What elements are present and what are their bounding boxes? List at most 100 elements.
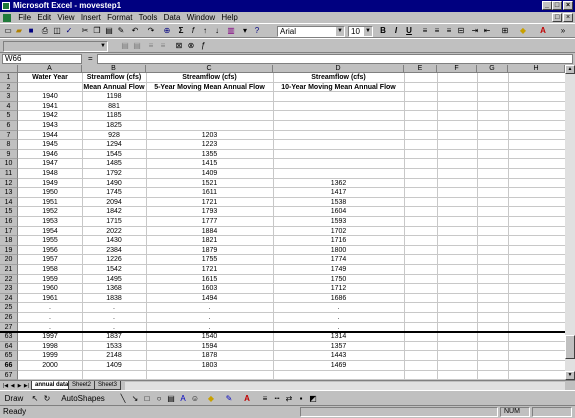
menu-window[interactable]: Window — [185, 12, 217, 23]
cell-b-17[interactable]: 2022 — [82, 227, 146, 237]
print-preview-icon[interactable]: ◫ — [52, 26, 62, 36]
select-all-corner[interactable] — [0, 65, 18, 73]
cell-c-7[interactable]: 1203 — [146, 131, 273, 141]
dash-style-icon[interactable]: ┅ — [272, 394, 282, 404]
row-header[interactable]: 22 — [0, 274, 18, 285]
clip-art-icon[interactable]: ☺ — [190, 394, 200, 404]
cell-b-10[interactable]: 1485 — [82, 159, 146, 169]
font-name-select[interactable]: Arial ▼ — [277, 26, 345, 37]
text-box-icon[interactable]: ▤ — [166, 394, 176, 404]
cell-b-7[interactable]: 928 — [82, 131, 146, 141]
scroll-up-icon[interactable]: ▲ — [565, 65, 575, 74]
cell-c-16[interactable]: 1777 — [146, 217, 273, 227]
cut-icon[interactable]: ✂ — [80, 26, 90, 36]
doc-restore-button[interactable]: □ — [552, 13, 562, 22]
cell-c-64[interactable]: 1594 — [146, 342, 273, 352]
cell-a-23[interactable]: 1960 — [18, 284, 82, 294]
cell-b-15[interactable]: 1842 — [82, 207, 146, 217]
align-right-icon[interactable]: ≡ — [444, 26, 454, 36]
menu-format[interactable]: Format — [105, 12, 134, 23]
cell-d-25[interactable]: . — [273, 303, 404, 313]
header-cell-c1[interactable]: Streamflow (cfs) — [146, 73, 273, 83]
cell-c-13[interactable]: 1611 — [146, 188, 273, 198]
cell-b-20[interactable]: 1226 — [82, 255, 146, 265]
cell-d-18[interactable]: 1716 — [273, 236, 404, 246]
sort-descending-icon[interactable]: ↓ — [212, 26, 222, 36]
toggle-view-icon[interactable]: ⊠ — [174, 41, 184, 51]
row-header[interactable]: 16 — [0, 217, 18, 227]
cell-c-23[interactable]: 1603 — [146, 284, 273, 294]
cell-b-64[interactable]: 1533 — [82, 342, 146, 352]
row-header[interactable]: 1 — [0, 73, 18, 83]
cell-b-9[interactable]: 1545 — [82, 150, 146, 160]
row-header[interactable]: 66 — [0, 361, 18, 371]
cell-c-10[interactable]: 1415 — [146, 159, 273, 169]
menu-file[interactable]: File — [16, 12, 33, 23]
row-header[interactable]: 13 — [0, 188, 18, 198]
cell-a-19[interactable]: 1956 — [18, 246, 82, 256]
cell-d-6[interactable] — [273, 121, 404, 131]
draw-font-color-icon[interactable]: A — [242, 394, 252, 404]
print-icon[interactable]: ⎙ — [40, 26, 50, 36]
row-header[interactable]: 9 — [0, 149, 18, 160]
menu-edit[interactable]: Edit — [35, 12, 53, 23]
last-sheet-icon[interactable]: ▶| — [23, 382, 30, 390]
hyperlink-icon[interactable]: ⊕ — [162, 26, 172, 36]
sheet-tab-sheet3[interactable]: Sheet3 — [94, 381, 122, 390]
cell-d-20[interactable]: 1774 — [273, 255, 404, 265]
cell-c-8[interactable]: 1223 — [146, 140, 273, 150]
horizontal-scrollbar[interactable] — [125, 382, 565, 390]
line-style-icon[interactable]: ≡ — [260, 394, 270, 404]
line-icon[interactable]: ╲ — [118, 394, 128, 404]
cell-a-22[interactable]: 1959 — [18, 275, 82, 285]
align-right-disabled-icon[interactable]: ≡ — [158, 41, 168, 51]
cell-a-16[interactable]: 1953 — [18, 217, 82, 227]
cell-a-4[interactable]: 1941 — [18, 102, 82, 112]
align-center-icon[interactable]: ≡ — [432, 26, 442, 36]
chart-wizard-icon[interactable]: ▥ — [226, 26, 236, 36]
formula-equals[interactable]: = — [88, 53, 93, 65]
chevron-down-icon[interactable]: ▼ — [336, 27, 344, 36]
toolbar-options-icon[interactable]: » — [558, 26, 568, 36]
italic-button[interactable]: I — [391, 26, 401, 36]
row-header[interactable]: 64 — [0, 341, 18, 352]
cell-b-21[interactable]: 1542 — [82, 265, 146, 275]
menu-insert[interactable]: Insert — [79, 12, 103, 23]
cell-d-14[interactable]: 1538 — [273, 198, 404, 208]
arrow-style-icon[interactable]: ⇄ — [284, 394, 294, 404]
cell-a-21[interactable]: 1958 — [18, 265, 82, 275]
cell-d-17[interactable]: 1702 — [273, 227, 404, 237]
comma-style-icon[interactable]: ⊗ — [186, 41, 196, 51]
row-header[interactable]: 23 — [0, 284, 18, 294]
next-sheet-icon[interactable]: ▶ — [16, 382, 23, 390]
cell-b-12[interactable]: 1490 — [82, 179, 146, 189]
draw-fill-color-icon[interactable]: ◆ — [206, 394, 216, 404]
row-header[interactable]: 7 — [0, 130, 18, 141]
menu-help[interactable]: Help — [219, 12, 239, 23]
redo-icon[interactable]: ↷ — [146, 26, 156, 36]
cell-c-6[interactable] — [146, 121, 273, 131]
cell-d-15[interactable]: 1604 — [273, 207, 404, 217]
outdent-icon[interactable]: ⇤ — [482, 26, 492, 36]
cell-d-5[interactable] — [273, 111, 404, 121]
cell-b-3[interactable]: 1198 — [82, 92, 146, 102]
cell-d-24[interactable]: 1686 — [273, 294, 404, 304]
cell-a-10[interactable]: 1947 — [18, 159, 82, 169]
rectangle-icon[interactable]: □ — [142, 394, 152, 404]
header-cell-a1[interactable]: Water Year — [18, 73, 82, 83]
cell-b-11[interactable]: 1792 — [82, 169, 146, 179]
column-header[interactable]: A — [18, 65, 82, 73]
cell-a-64[interactable]: 1998 — [18, 342, 82, 352]
cell-c-21[interactable]: 1721 — [146, 265, 273, 275]
cell-b-65[interactable]: 2148 — [82, 351, 146, 361]
cell-c-63[interactable]: 1540 — [146, 332, 273, 342]
minimize-button[interactable]: _ — [542, 1, 552, 10]
row-header[interactable]: 8 — [0, 140, 18, 150]
cell-c-65[interactable]: 1878 — [146, 351, 273, 361]
scroll-down-icon[interactable]: ▼ — [565, 371, 575, 380]
cell-d-16[interactable]: 1593 — [273, 217, 404, 227]
align-left-icon[interactable]: ≡ — [420, 26, 430, 36]
cell-c-18[interactable]: 1821 — [146, 236, 273, 246]
open-folder-icon[interactable]: ▰ — [14, 26, 24, 36]
cell-d-7[interactable] — [273, 131, 404, 141]
